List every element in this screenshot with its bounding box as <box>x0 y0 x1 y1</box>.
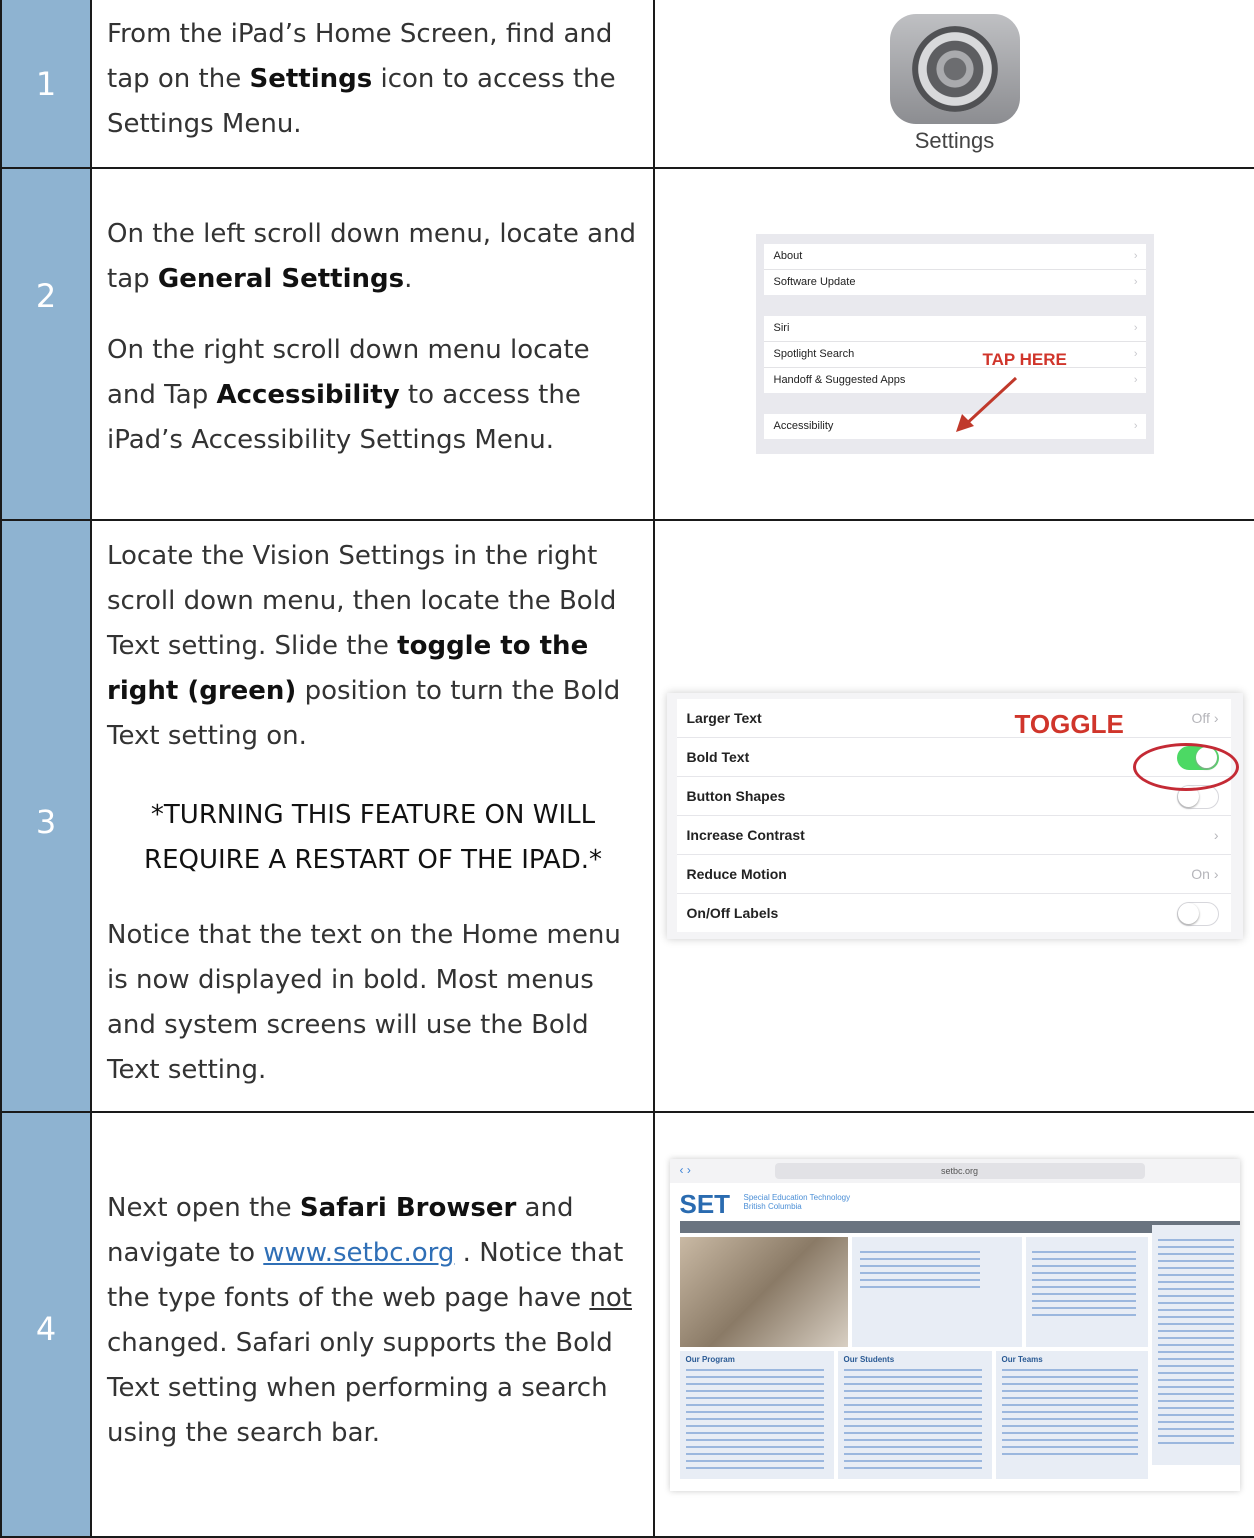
step-row-2: 2 On the left scroll down menu, locate a… <box>0 167 1254 521</box>
text-run: changed. Safari only supports the Bold T… <box>107 1327 613 1448</box>
chevron-right-icon: › <box>1133 374 1138 386</box>
red-arrow-icon <box>955 376 1017 432</box>
onoff-labels-toggle <box>1176 902 1219 926</box>
safari-toolbar: ‹ › setbc.org <box>669 1158 1240 1183</box>
step-image: Settings <box>653 0 1254 169</box>
chevron-right-icon: › <box>1133 276 1138 288</box>
chevron-right-icon: › <box>1133 322 1138 334</box>
settings-row-about: About › <box>763 244 1146 270</box>
chevron-right-icon: › <box>1133 420 1138 432</box>
step-number: 3 <box>0 519 92 1113</box>
address-bar: setbc.org <box>774 1162 1145 1179</box>
chevron-right-icon: › <box>1133 348 1138 360</box>
toggle-annotation: TOGGLE <box>1014 709 1124 739</box>
section-heading: Our Teams <box>1001 1354 1043 1364</box>
text-run: Notice that the text on the Home menu is… <box>107 919 621 1085</box>
settings-row-increase-contrast: Increase Contrast › <box>676 816 1231 855</box>
settings-icon-label: Settings <box>914 127 995 153</box>
settings-emphasis: Settings <box>249 64 373 94</box>
accessibility-emphasis: Accessibility <box>216 379 400 410</box>
settings-gear-icon <box>889 13 1020 124</box>
settings-row-spotlight: Spotlight Search › <box>763 342 1146 368</box>
section-heading: Our Students <box>843 1354 895 1364</box>
step-row-3: 3 Locate the Vision Settings in the righ… <box>0 519 1254 1113</box>
settings-row-onoff-labels: On/Off Labels <box>677 894 1231 932</box>
step-image: About › Software Update › Siri › Spotlight … <box>653 167 1254 521</box>
settings-row-larger-text: Larger Text Off › <box>676 699 1231 738</box>
set-logo: SET <box>679 1188 731 1219</box>
step-image: ‹ › setbc.org SET Special Education Tech… <box>653 1111 1254 1538</box>
step-row-1: 1 From the iPad’s Home Screen, find and … <box>0 0 1254 169</box>
tap-here-annotation: TAP HERE <box>982 350 1067 369</box>
back-forward-icon: ‹ › <box>679 1162 691 1177</box>
step-description: On the left scroll down menu, locate and… <box>90 167 655 521</box>
restart-warning: *TURNING THIS FEATURE ON WILL REQUIRE A … <box>144 799 602 875</box>
safari-setbc-screenshot: ‹ › setbc.org SET Special Education Tech… <box>669 1158 1240 1491</box>
settings-row-software-update: Software Update › <box>764 270 1146 295</box>
step-image: Larger Text Off › Bold Text Button Shapes… <box>653 519 1254 1113</box>
safari-emphasis: Safari Browser <box>299 1192 517 1223</box>
step-number: 2 <box>0 167 92 521</box>
instructions-table: 1 From the iPad’s Home Screen, find and … <box>0 0 1254 1538</box>
text-run: Next open the <box>107 1192 300 1223</box>
not-emphasis: not <box>589 1282 632 1313</box>
step-number: 1 <box>0 0 92 169</box>
general-settings-screenshot: About › Software Update › Siri › Spotlight … <box>755 234 1154 454</box>
chevron-right-icon: › <box>1133 250 1138 262</box>
vision-settings-screenshot: Larger Text Off › Bold Text Button Shapes… <box>666 693 1243 939</box>
set-logo-subtitle: Special Education Technology British Col… <box>743 1192 851 1211</box>
settings-row-reduce-motion: Reduce Motion On › <box>676 855 1231 894</box>
settings-row-siri: Siri › <box>763 316 1146 342</box>
step-description: From the iPad’s Home Screen, find and ta… <box>90 0 655 169</box>
step-description: Locate the Vision Settings in the right … <box>90 519 655 1113</box>
step-number: 4 <box>0 1111 92 1538</box>
setbc-link[interactable]: www.setbc.org <box>263 1238 454 1268</box>
step-description: Next open the Safari Browser and navigat… <box>90 1111 655 1538</box>
section-heading: Our Program <box>685 1354 735 1364</box>
site-photo <box>679 1236 848 1347</box>
general-settings-emphasis: General Settings <box>157 263 405 294</box>
step-row-4: 4 Next open the Safari Browser and navig… <box>0 1111 1254 1538</box>
red-circle-annotation <box>1132 743 1239 791</box>
text-run: . <box>404 263 413 294</box>
